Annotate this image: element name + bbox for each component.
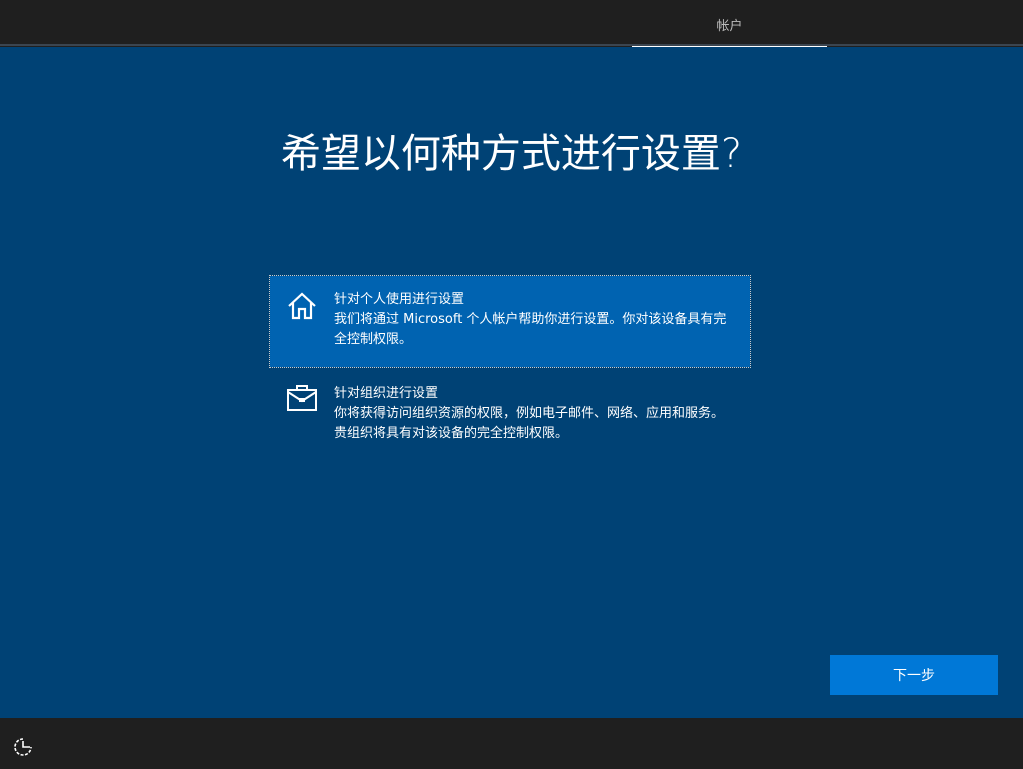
tab-account: 帐户 <box>632 0 827 46</box>
page-title: 希望以何种方式进行设置? <box>0 121 1023 179</box>
option-personal[interactable]: 针对个人使用进行设置 我们将通过 Microsoft 个人帐户帮助你进行设置。你… <box>270 276 750 367</box>
home-icon <box>286 290 318 322</box>
top-bar: 帐户 <box>0 0 1023 46</box>
bottom-bar <box>0 718 1023 769</box>
option-organization-description: 你将获得访问组织资源的权限，例如电子邮件、网络、应用和服务。贵组织将具有对该设备… <box>334 404 734 444</box>
main-panel: 希望以何种方式进行设置? 针对个人使用进行设置 我们将通过 Microsoft … <box>0 47 1023 718</box>
briefcase-icon <box>286 382 318 414</box>
tab-account-label: 帐户 <box>716 19 742 34</box>
option-personal-description: 我们将通过 Microsoft 个人帐户帮助你进行设置。你对该设备具有完全控制权… <box>334 310 734 350</box>
ease-of-access-icon[interactable] <box>12 736 34 758</box>
option-personal-title: 针对个人使用进行设置 <box>334 290 750 310</box>
next-button[interactable]: 下一步 <box>830 655 998 695</box>
option-organization[interactable]: 针对组织进行设置 你将获得访问组织资源的权限，例如电子邮件、网络、应用和服务。贵… <box>270 368 750 459</box>
option-organization-title: 针对组织进行设置 <box>334 384 750 404</box>
